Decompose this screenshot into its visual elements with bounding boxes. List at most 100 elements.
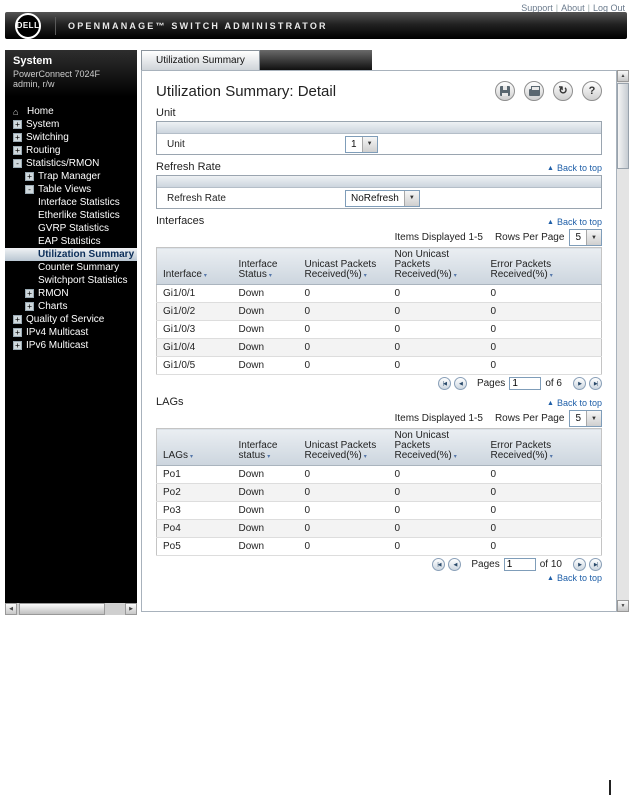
sort-icon[interactable]: ▾ [269,273,272,279]
expand-icon[interactable]: + [13,146,22,155]
interfaces-table: Interface ▾ Interface Status ▾ Unicast Packe… [156,247,602,375]
sidebar-item-ipv6-multicast[interactable]: + IPv6 Multicast [5,339,137,352]
scroll-right-icon[interactable]: ▶ [125,603,137,615]
column-header-interface[interactable]: Interface ▾ [156,247,233,285]
table-cell: 0 [484,284,602,303]
scrollbar-thumb[interactable] [617,83,629,169]
help-button[interactable]: ? [582,81,602,101]
back-to-top-link[interactable]: ▲ Back to top [547,398,602,408]
table-cell: Gi1/0/3 [156,320,233,339]
last-page-icon[interactable]: ▶| [589,377,602,390]
table-cell: 0 [484,302,602,321]
next-page-icon[interactable]: ▶ [573,377,586,390]
column-header-interface-status[interactable]: Interface Status ▾ [232,247,299,285]
column-header-non-unicast-packets-received-[interactable]: Non Unicast Packets Received(%) ▾ [388,428,485,466]
sidebar-item-table-views[interactable]: - Table Views [5,183,137,196]
refresh-section-header: Refresh Rate ▲ Back to top [156,161,602,173]
first-page-icon[interactable]: |◀ [437,377,451,390]
sidebar-item-charts[interactable]: + Charts [5,300,137,313]
unit-select[interactable]: 1 ▼ [345,135,378,153]
sort-icon[interactable]: ▾ [454,273,457,279]
collapse-icon[interactable]: - [13,159,22,168]
sidebar-item-gvrp-statistics[interactable]: GVRP Statistics [5,222,137,235]
sidebar-item-rmon[interactable]: + RMON [5,287,137,300]
save-button[interactable] [495,81,515,101]
column-header-label: Interface [163,269,202,280]
expand-icon[interactable]: + [13,120,22,129]
sidebar-item-quality-of-service[interactable]: + Quality of Service [5,313,137,326]
sort-icon[interactable]: ▾ [267,454,270,460]
sidebar-item-interface-statistics[interactable]: Interface Statistics [5,196,137,209]
sidebar-item-trap-manager[interactable]: + Trap Manager [5,170,137,183]
expand-icon[interactable]: + [25,289,34,298]
sidebar-item-label: System [26,119,60,130]
sort-icon[interactable]: ▾ [550,454,553,460]
sort-icon[interactable]: ▾ [550,273,553,279]
lags-header-row: LAGs ▾ Interface status ▾ Unicast Packets Re… [156,428,602,466]
first-page-icon[interactable]: |◀ [432,558,446,571]
expand-icon[interactable]: + [13,315,22,324]
expand-icon[interactable]: + [25,302,34,311]
content-vertical-scrollbar[interactable]: ▲ ▼ [617,70,629,612]
scroll-left-icon[interactable]: ◀ [5,603,17,615]
sidebar-item-switching[interactable]: + Switching [5,131,137,144]
page-title: Utilization Summary: Detail [156,82,337,100]
column-header-unicast-packets-received-[interactable]: Unicast Packets Received(%) ▾ [298,247,389,285]
page-input[interactable] [503,558,536,571]
previous-page-icon[interactable]: ◀ [448,558,462,571]
table-row: Gi1/0/4 Down 0 0 0 [156,338,602,357]
chevron-down-icon: ▼ [361,136,377,152]
column-header-error-packets-received-[interactable]: Error Packets Received(%) ▾ [484,247,602,285]
table-cell: 0 [388,320,485,339]
page-input[interactable] [509,377,542,390]
scroll-down-icon[interactable]: ▼ [617,600,629,612]
sort-icon[interactable]: ▾ [204,273,207,279]
previous-page-icon[interactable]: ◀ [453,377,467,390]
page-of-label: of 10 [539,559,562,570]
sidebar-item-home[interactable]: ⌂ Home [5,105,137,118]
rows-per-page-select[interactable]: 5 ▼ [569,229,602,246]
scroll-up-icon[interactable]: ▲ [617,70,629,82]
expand-icon[interactable]: + [13,328,22,337]
expand-icon[interactable]: + [13,133,22,142]
sidebar-item-label: Counter Summary [38,262,120,273]
last-page-icon[interactable]: ▶| [589,558,602,571]
collapse-icon[interactable]: - [25,185,34,194]
expand-icon[interactable]: + [25,172,34,181]
sidebar-item-statistics-rmon[interactable]: - Statistics/RMON [5,157,137,170]
sidebar-item-etherlike-statistics[interactable]: Etherlike Statistics [5,209,137,222]
sort-icon[interactable]: ▾ [364,454,367,460]
column-header-unicast-packets-received-[interactable]: Unicast Packets Received(%) ▾ [298,428,389,466]
back-to-top-link[interactable]: ▲ Back to top [547,163,602,173]
refresh-rate-select[interactable]: NoRefresh ▼ [345,189,420,207]
sidebar-item-ipv4-multicast[interactable]: + IPv4 Multicast [5,326,137,339]
column-header-interface-status[interactable]: Interface status ▾ [232,428,299,466]
column-header-error-packets-received-[interactable]: Error Packets Received(%) ▾ [484,428,602,466]
sidebar-item-system[interactable]: + System [5,118,137,131]
rows-per-page-select[interactable]: 5 ▼ [569,410,602,427]
scrollbar-track[interactable] [17,603,125,615]
sidebar-item-routing[interactable]: + Routing [5,144,137,157]
expand-icon[interactable]: + [13,341,22,350]
sort-icon[interactable]: ▾ [190,454,193,460]
sidebar-item-eap-statistics[interactable]: EAP Statistics [5,235,137,248]
scrollbar-thumb[interactable] [19,603,106,615]
sidebar-item-label: Trap Manager [38,171,101,182]
back-to-top-link[interactable]: ▲ Back to top [547,217,602,227]
column-header-non-unicast-packets-received-[interactable]: Non Unicast Packets Received(%) ▾ [388,247,485,285]
column-header-lags[interactable]: LAGs ▾ [156,428,233,466]
sort-icon[interactable]: ▾ [454,454,457,460]
tab-utilization-summary[interactable]: Utilization Summary [141,50,260,70]
back-to-top-link[interactable]: ▲ Back to top [547,573,602,583]
print-button[interactable] [524,81,544,101]
sidebar-item-label: Etherlike Statistics [38,210,120,221]
sort-icon[interactable]: ▾ [364,273,367,279]
sidebar-item-counter-summary[interactable]: Counter Summary [5,261,137,274]
sidebar-item-switchport-statistics[interactable]: Switchport Statistics [5,274,137,287]
refresh-button[interactable]: ↻ [553,81,573,101]
sidebar-item-utilization-summary[interactable]: Utilization Summary [5,248,137,261]
sidebar-horizontal-scrollbar[interactable]: ◀ ▶ [5,603,137,615]
next-page-icon[interactable]: ▶ [573,558,586,571]
column-header-label: LAGs [163,450,189,461]
sidebar-item-label: Switching [26,132,69,143]
